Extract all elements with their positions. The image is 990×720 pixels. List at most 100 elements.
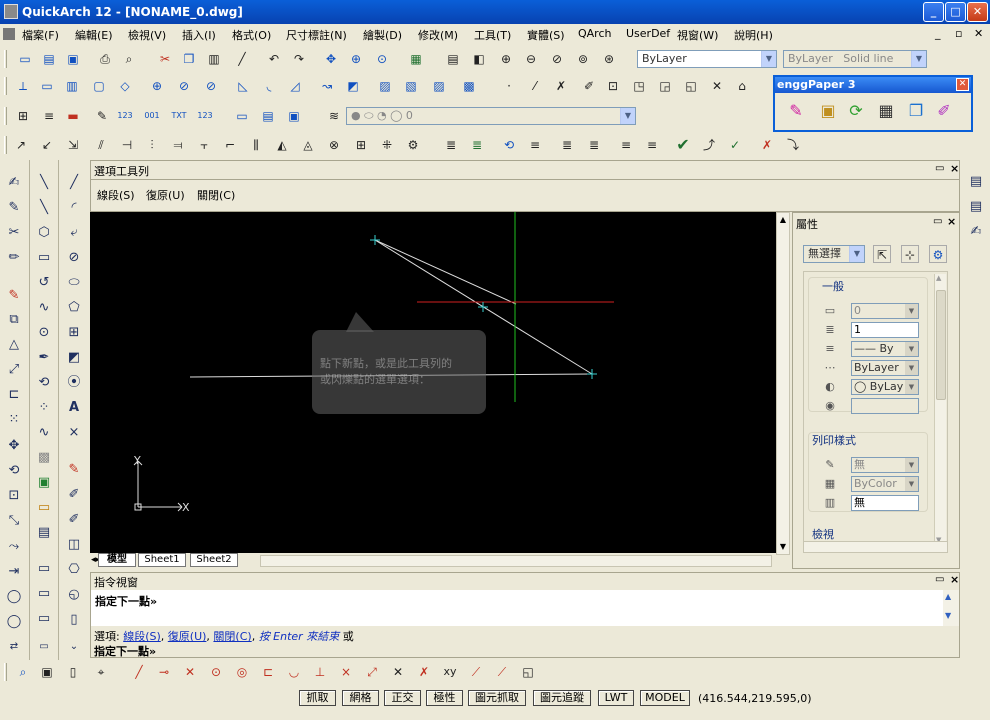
xy-filter-icon[interactable]: xy [441,663,459,681]
snap-node-icon[interactable]: ◳ [630,77,648,95]
wall-corner-icon[interactable]: ⫟ [195,136,213,154]
array-icon[interactable]: ⊗ [325,136,343,154]
menu-format[interactable]: 格式(O) [232,27,271,43]
print-preview-icon[interactable]: ⌕ [120,50,138,68]
zoom-all-icon[interactable]: ⊚ [574,50,592,68]
menu-qarch[interactable]: QArch [578,27,611,40]
save-icon[interactable]: ▣ [64,50,82,68]
zoom-out-icon[interactable]: ⊖ [522,50,540,68]
chamfer-icon[interactable]: ◯ [5,613,23,631]
mline-icon[interactable]: ⫽ [92,136,110,154]
polar-toggle[interactable]: 極性 [426,690,463,706]
properties-dock-icon[interactable]: ▭ [933,216,942,227]
attribute-icon[interactable]: ▬ [64,107,82,125]
snap-insertion-icon[interactable]: ⊡ [604,77,622,95]
properties-edit-icon[interactable]: ✎ [5,199,23,217]
prop-plotattached-field[interactable]: 無 [851,495,919,511]
ellipse-icon[interactable]: ⟲ [35,374,53,392]
maximize-button[interactable]: □ [945,2,966,22]
option-link-segment[interactable]: 線段(S) [123,630,161,643]
dim-edit-icon[interactable]: ▨ [376,77,394,95]
flow-icon[interactable]: ⎔ [65,561,83,579]
snap-text-icon[interactable]: ✐ [580,77,598,95]
option-link-enter[interactable]: 按 Enter 來結束 [259,630,340,643]
match-properties-icon[interactable]: ╱ [233,50,251,68]
command-dock-icon[interactable]: ▭ [935,574,944,585]
option-toolbar-dock-icon[interactable]: ▭ [935,163,944,174]
section-plot-style[interactable]: 列印樣式 [812,432,856,448]
mtext-icon[interactable]: ▭ [35,560,53,578]
attach-icon[interactable]: ▭ [35,585,53,603]
text-number-icon[interactable]: TXT [170,107,188,125]
tab-model[interactable]: 模型 [98,553,136,567]
command-prompt[interactable]: 指定下一點» [94,643,156,659]
snap-parallel-icon[interactable]: ⟋ [467,663,485,681]
pentagon-icon[interactable]: ⬠ [65,299,83,317]
print-icon[interactable]: ⎙ [96,50,114,68]
scroll-down-icon[interactable]: ▼ [945,611,951,620]
snap-quad-icon[interactable]: ◎ [233,663,251,681]
return-icon[interactable]: ⤶ [65,224,83,242]
grid-object-icon[interactable]: ⁙ [5,411,23,429]
drawing-canvas[interactable]: X Y 點下新點，或是此工具列的 或閃爍點的選單選項： [90,212,776,555]
xline-icon[interactable]: ↗ [12,136,30,154]
xray-icon[interactable]: ⇲ [64,136,82,154]
sketch-icon[interactable]: ∿ [35,424,53,442]
layer-select[interactable]: ● ⬭ ◔ ◯ 0 ▼ [346,107,636,125]
menu-dimension[interactable]: 尺寸標註(N) [286,27,347,43]
array-object-icon[interactable]: ⊏ [5,386,23,404]
hatch-draw-icon[interactable]: ◩ [65,349,83,367]
snap-none-icon[interactable]: ✕ [389,663,407,681]
draw-line-icon[interactable]: ╱ [65,174,83,192]
mirror-copy-icon[interactable]: ◬ [299,136,317,154]
dim-radius-icon[interactable]: ⊘ [175,77,193,95]
dim-tolerance-icon[interactable]: ◩ [344,77,362,95]
dim-continue-icon[interactable]: ▢ [90,77,108,95]
eraser-icon[interactable]: ✎ [65,461,83,479]
close-button[interactable]: ✕ [967,2,988,22]
command-close-icon[interactable]: × [950,573,959,586]
text-icon[interactable]: A [65,399,83,417]
zoom-extents-icon[interactable]: ⊘ [548,50,566,68]
command-scrollbar[interactable]: ▲ ▼ [943,590,959,626]
minimize-button[interactable]: _ [923,2,944,22]
prop-layer-field[interactable]: 0 ▼ [851,303,919,319]
menu-file[interactable]: 檔案(F) [22,27,59,43]
snap-ext-icon[interactable]: ⟋ [493,663,511,681]
offset-icon[interactable]: ⤢ [5,361,23,379]
properties-close-icon[interactable]: × [947,215,956,228]
pan-icon[interactable]: ✥ [322,50,340,68]
hatch-icon[interactable]: ▩ [35,449,53,467]
layer-restore-icon[interactable]: ⤵ [784,136,802,154]
layer-lock-icon[interactable]: ≡ [617,136,635,154]
sequence-icon[interactable]: 001 [143,107,161,125]
snap-nearest-icon[interactable]: ✕ [708,77,726,95]
wall-end-icon[interactable]: ⌐ [221,136,239,154]
menu-window[interactable]: 視窗(W) [677,27,718,43]
ruler-icon[interactable]: ◫ [65,536,83,554]
zoom-realtime-icon[interactable]: ⊕ [347,50,365,68]
dim-leader-icon[interactable]: ◿ [286,77,304,95]
extend-icon[interactable]: ⇥ [5,563,23,581]
copy-object-icon[interactable]: ⧉ [5,311,23,329]
number-icon[interactable]: 123 [116,107,134,125]
prop-linetype-field[interactable]: ByLayer ▼ [851,360,919,376]
enggpaper-close-button[interactable]: ✕ [956,78,969,91]
osnap-settings-icon[interactable]: ◱ [519,663,537,681]
menu-edit[interactable]: 編輯(E) [75,27,113,43]
ray-icon[interactable]: ↙ [38,136,56,154]
scroll-down-icon[interactable]: ▼ [777,540,789,554]
table-icon[interactable]: ▤ [35,524,53,542]
sheet-icon[interactable]: ▭ [35,638,53,656]
color-select[interactable]: ByLayer ▼ [637,50,777,68]
layout-page-icon[interactable]: ▤ [967,173,985,191]
move-object-icon[interactable]: ✥ [5,437,23,455]
snap-int-icon[interactable]: ✕ [181,663,199,681]
polygon-icon[interactable]: ⬡ [35,224,53,242]
zoom-in-icon[interactable]: ⊕ [497,50,515,68]
option-close[interactable]: 關閉(C) [197,187,235,203]
undo-icon[interactable]: ↶ [265,50,283,68]
more-icon[interactable]: ⌄ [65,638,83,656]
spline-icon[interactable]: ∿ [35,299,53,317]
canvas-vertical-scrollbar[interactable]: ▲ ▼ [776,212,790,555]
